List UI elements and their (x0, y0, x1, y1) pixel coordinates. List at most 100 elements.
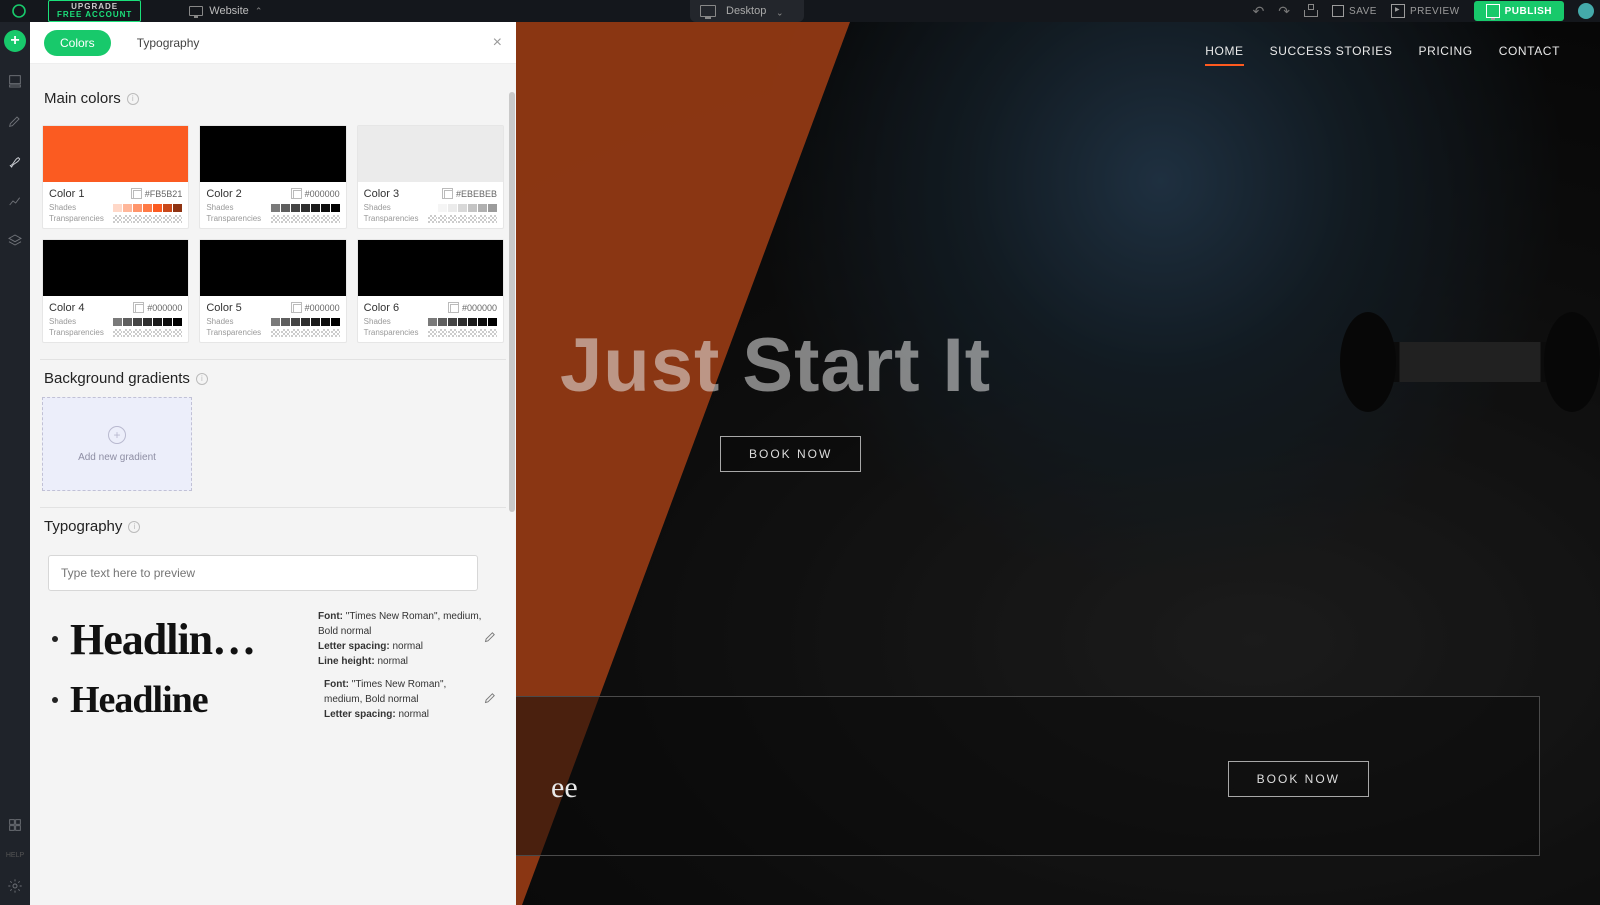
color-hex[interactable]: #000000 (293, 189, 340, 199)
divider (40, 507, 506, 508)
panel-close-button[interactable]: × (493, 34, 502, 52)
design-button[interactable] (4, 150, 26, 172)
typography-headline2-row[interactable]: Headline Font: "Times New Roman", medium… (38, 673, 508, 726)
transparency-strip[interactable] (271, 329, 340, 337)
analytics-button[interactable] (4, 190, 26, 212)
nav-home[interactable]: HOME (1205, 44, 1243, 66)
color-hex[interactable]: #FB5B21 (133, 189, 183, 199)
copy-icon (135, 304, 144, 313)
typography-preview-field (48, 555, 478, 591)
publish-button[interactable]: PUBLISH (1474, 1, 1564, 21)
pages-button[interactable] (4, 70, 26, 92)
redo-button[interactable]: ↷ (1278, 3, 1290, 20)
preview-button[interactable]: PREVIEW (1391, 4, 1460, 18)
tab-typography[interactable]: Typography (137, 36, 200, 50)
typography-preview-input[interactable] (48, 555, 478, 591)
upgrade-line2: FREE ACCOUNT (57, 11, 132, 19)
info-icon[interactable]: i (127, 93, 139, 105)
color-card-6[interactable]: Color 6 #000000 Shades Transparencies (357, 239, 504, 343)
app-logo[interactable] (8, 0, 30, 22)
sitemap-button[interactable] (1304, 4, 1318, 18)
color-hex[interactable]: #EBEBEB (444, 189, 497, 199)
color-card-3[interactable]: Color 3 #EBEBEB Shades Transparencies (357, 125, 504, 229)
nav-success-stories[interactable]: SUCCESS STORIES (1270, 44, 1393, 66)
copy-icon (293, 190, 302, 199)
transparency-strip[interactable] (428, 215, 497, 223)
transparency-strip[interactable] (271, 215, 340, 223)
color-name: Color 3 (364, 188, 399, 200)
shade-strip[interactable] (113, 318, 182, 326)
site-nav: HOME SUCCESS STORIES PRICING CONTACT (1205, 44, 1560, 66)
desktop-icon (700, 5, 716, 17)
transparencies-label: Transparencies (364, 328, 419, 337)
scope-selector[interactable]: Website ⌃ (189, 5, 262, 17)
device-switcher[interactable]: Desktop ⌃ (690, 0, 804, 22)
panel-tabs: Colors Typography × (30, 22, 516, 64)
color-swatch[interactable] (43, 240, 188, 296)
panel-body[interactable]: Main colors i Color 1 #FB5B21 Shades Tra… (30, 64, 516, 905)
add-gradient-label: Add new gradient (78, 452, 156, 463)
tab-colors[interactable]: Colors (44, 30, 111, 56)
edit-headline2-button[interactable] (483, 690, 498, 710)
color-swatch[interactable] (358, 240, 503, 296)
color-hex[interactable]: #000000 (293, 303, 340, 313)
promo-book-now-button[interactable]: BOOK NOW (1228, 761, 1369, 797)
info-icon[interactable]: i (196, 373, 208, 385)
color-card-5[interactable]: Color 5 #000000 Shades Transparencies (199, 239, 346, 343)
apps-button[interactable] (4, 814, 26, 836)
color-swatch[interactable] (358, 126, 503, 182)
shade-strip[interactable] (271, 204, 340, 212)
plus-icon: + (108, 426, 126, 444)
layers-button[interactable] (4, 230, 26, 252)
transparency-strip[interactable] (428, 329, 497, 337)
hero-book-now-button[interactable]: BOOK NOW (720, 436, 861, 472)
headline2-meta: Font: "Times New Roman", medium, Bold no… (306, 677, 483, 722)
chevron-down-icon: ⌃ (776, 6, 784, 17)
main-colors-title-text: Main colors (44, 90, 121, 107)
nav-contact[interactable]: CONTACT (1499, 44, 1560, 66)
color-swatch[interactable] (200, 240, 345, 296)
transparencies-label: Transparencies (364, 214, 419, 223)
copy-icon (450, 304, 459, 313)
transparencies-label: Transparencies (49, 214, 104, 223)
color-card-4[interactable]: Color 4 #000000 Shades Transparencies (42, 239, 189, 343)
shade-strip[interactable] (271, 318, 340, 326)
info-icon[interactable]: i (128, 521, 140, 533)
color-card-1[interactable]: Color 1 #FB5B21 Shades Transparencies (42, 125, 189, 229)
scope-label: Website (209, 5, 249, 17)
design-panel: Colors Typography × Main colors i Color … (30, 22, 516, 905)
edit-button[interactable] (4, 110, 26, 132)
bullet-icon (52, 636, 58, 642)
color-name: Color 5 (206, 302, 241, 314)
shade-strip[interactable] (113, 204, 182, 212)
typography-headline1-row[interactable]: Headlin… Font: "Times New Roman", medium… (38, 605, 508, 673)
main-colors-heading: Main colors i (44, 90, 508, 107)
panel-scrollbar[interactable] (509, 92, 515, 512)
color-card-2[interactable]: Color 2 #000000 Shades Transparencies (199, 125, 346, 229)
save-icon (1332, 5, 1344, 17)
hero-headline[interactable]: Just Start It (560, 322, 991, 409)
edit-headline1-button[interactable] (483, 629, 498, 649)
upgrade-badge[interactable]: UPGRADE FREE ACCOUNT (48, 0, 141, 22)
add-gradient-button[interactable]: + Add new gradient (42, 397, 192, 491)
shades-label: Shades (206, 203, 233, 212)
color-hex[interactable]: #000000 (135, 303, 182, 313)
color-hex[interactable]: #000000 (450, 303, 497, 313)
user-avatar[interactable] (1578, 3, 1594, 19)
shade-strip[interactable] (428, 204, 497, 212)
nav-pricing[interactable]: PRICING (1418, 44, 1472, 66)
color-swatch[interactable] (43, 126, 188, 182)
add-element-button[interactable]: + (4, 30, 26, 52)
color-name: Color 6 (364, 302, 399, 314)
color-name: Color 2 (206, 188, 241, 200)
top-bar: UPGRADE FREE ACCOUNT Website ⌃ Desktop ⌃… (0, 0, 1600, 22)
undo-button[interactable]: ↶ (1253, 3, 1265, 20)
save-button[interactable]: SAVE (1332, 5, 1377, 17)
settings-button[interactable] (4, 875, 26, 897)
promo-text-fragment[interactable]: ee (551, 771, 578, 805)
transparencies-label: Transparencies (49, 328, 104, 337)
transparency-strip[interactable] (113, 215, 182, 223)
shade-strip[interactable] (428, 318, 497, 326)
transparency-strip[interactable] (113, 329, 182, 337)
color-swatch[interactable] (200, 126, 345, 182)
